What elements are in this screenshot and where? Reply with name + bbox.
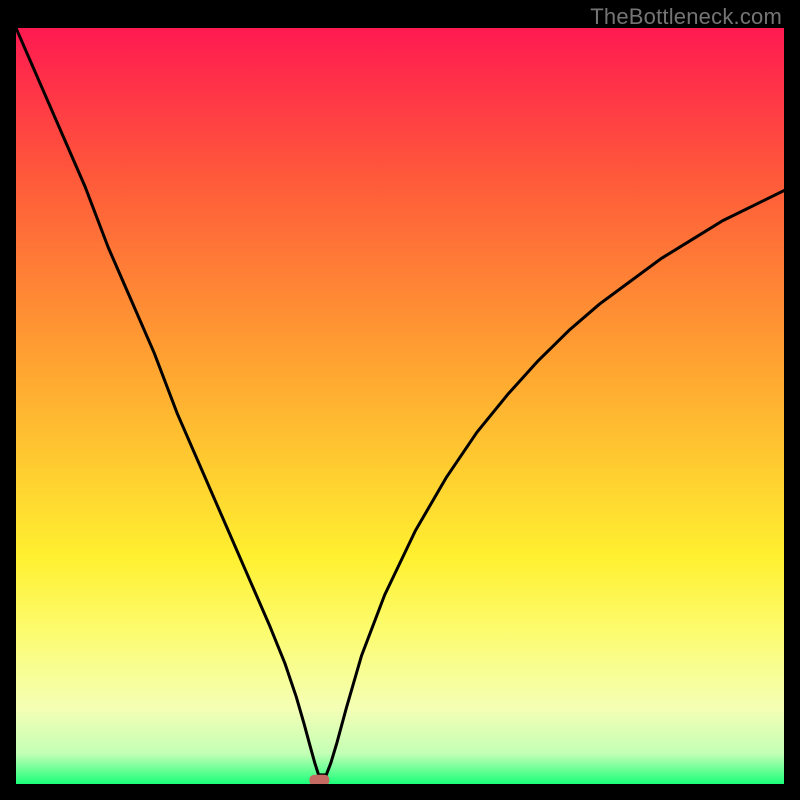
watermark-text: TheBottleneck.com	[590, 4, 782, 30]
chart-background	[16, 28, 784, 784]
chart-marker	[309, 775, 329, 784]
chart-svg	[16, 28, 784, 784]
chart-frame	[16, 28, 784, 784]
